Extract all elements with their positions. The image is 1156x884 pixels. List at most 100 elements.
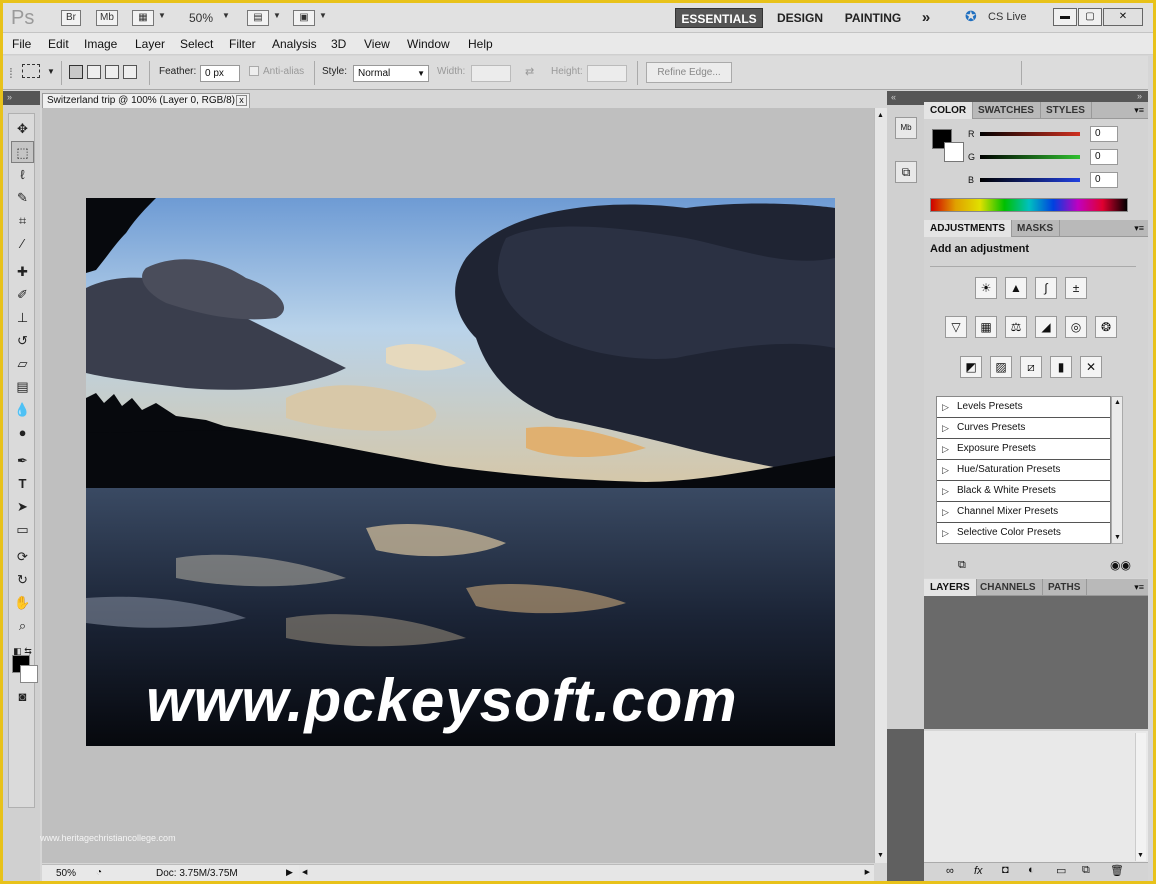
more-workspaces-button[interactable]: » [918,8,934,28]
scroll-down-icon[interactable]: ▼ [877,852,884,859]
mini-bridge-button[interactable]: Mb [96,10,118,26]
posterize-icon[interactable]: ▨ [990,356,1012,378]
workspace-essentials[interactable]: ESSENTIALS [675,8,763,28]
menu-layer[interactable]: Layer [135,37,165,51]
layers-scrollbar[interactable]: ▼ [1135,733,1146,861]
list-item[interactable]: ▷ Channel Mixer Presets [937,502,1110,523]
menu-analysis[interactable]: Analysis [272,37,317,51]
vibrance-icon[interactable]: ▽ [945,316,967,338]
close-icon[interactable]: ✕ [1103,8,1143,26]
tab-channels[interactable]: CHANNELS [974,579,1043,596]
list-item[interactable]: ▷ Hue/Saturation Presets [937,460,1110,481]
minimize-icon[interactable]: ▬ [1053,8,1077,26]
shape-tool-icon[interactable]: ▭ [11,519,34,541]
arrange-documents-icon[interactable]: ▤ [247,10,269,26]
channel-r-value[interactable]: 0 [1090,126,1118,142]
menu-help[interactable]: Help [468,37,493,51]
document-image[interactable]: www.pckeysoft.com [86,198,835,746]
add-selection-icon[interactable] [87,65,101,79]
pen-tool-icon[interactable]: ✒ [11,450,34,472]
height-input[interactable] [587,65,627,82]
cslive-menu[interactable]: CS Live [988,11,1027,23]
channel-g-value[interactable]: 0 [1090,149,1118,165]
new-layer-icon[interactable]: ⧉ [1082,864,1090,877]
eyedropper-tool-icon[interactable]: ⁄ [11,233,34,255]
quick-mask-icon[interactable]: ◙ [11,686,34,708]
layer-style-icon[interactable]: fx [974,865,983,877]
color-balance-icon[interactable]: ⚖ [1005,316,1027,338]
tab-masks[interactable]: MASKS [1011,220,1061,237]
marquee-tool-icon[interactable]: ⬚ [11,141,34,163]
3d-rotate-tool-icon[interactable]: ⟳ [11,546,34,568]
color-spectrum-bar[interactable] [930,198,1128,212]
chevron-down-icon[interactable]: ▼ [319,11,327,20]
hue-saturation-icon[interactable]: ▦ [975,316,997,338]
status-icon[interactable]: ◔ [96,867,102,878]
tab-adjustments[interactable]: ADJUSTMENTS [924,220,1013,237]
link-layers-icon[interactable]: ∞ [946,865,954,877]
scroll-down-icon[interactable]: ▼ [1137,852,1144,859]
menu-filter[interactable]: Filter [229,37,256,51]
vertical-scrollbar[interactable]: ▲ ▼ [874,108,887,863]
status-zoom[interactable]: 50% [56,868,76,879]
feather-input[interactable]: 0 px [200,65,240,82]
tab-layers[interactable]: LAYERS [924,579,977,596]
status-menu-arrow-icon[interactable]: ▶ [286,867,293,878]
document-tab[interactable]: Switzerland trip @ 100% (Layer 0, RGB/8)… [42,93,250,108]
rect-marquee-preset-icon[interactable] [22,64,40,78]
menu-edit[interactable]: Edit [48,37,69,51]
quick-select-tool-icon[interactable]: ✎ [11,187,34,209]
black-white-icon[interactable]: ◢ [1035,316,1057,338]
workspace-design[interactable]: DESIGN [773,8,827,28]
tab-styles[interactable]: STYLES [1040,102,1092,119]
eraser-tool-icon[interactable]: ▱ [11,353,34,375]
exposure-icon[interactable]: ± [1065,277,1087,299]
panel-menu-icon[interactable]: ▾≡ [1134,105,1144,116]
dodge-tool-icon[interactable]: ● [11,422,34,444]
menu-file[interactable]: File [12,37,31,51]
tab-swatches[interactable]: SWATCHES [972,102,1041,119]
panels-header-bar[interactable]: » [924,91,1148,102]
list-item[interactable]: ▷ Black & White Presets [937,481,1110,502]
background-color-swatch[interactable] [944,142,964,162]
scroll-up-icon[interactable]: ▲ [877,112,884,119]
intersect-selection-icon[interactable] [123,65,137,79]
curves-icon[interactable]: ∫ [1035,277,1057,299]
list-item[interactable]: ▷ Levels Presets [937,397,1110,418]
tab-paths[interactable]: PATHS [1042,579,1088,596]
channel-b-value[interactable]: 0 [1090,172,1118,188]
delete-layer-icon[interactable]: 🗑 [1110,864,1124,877]
list-item[interactable]: ▷ Exposure Presets [937,439,1110,460]
move-tool-icon[interactable]: ✥ [11,118,34,140]
tab-color[interactable]: COLOR [924,102,974,119]
channel-r-slider[interactable] [980,132,1080,136]
3d-orbit-tool-icon[interactable]: ↻ [11,569,34,591]
maximize-icon[interactable]: ▢ [1078,8,1102,26]
panel-menu-icon[interactable]: ▾≡ [1134,582,1144,593]
return-to-list-icon[interactable]: ⧉ [958,559,966,572]
clone-stamp-tool-icon[interactable]: ⊥ [11,307,34,329]
scroll-left-icon[interactable]: ◀ [302,868,307,876]
chevron-down-icon[interactable]: ▼ [273,11,281,20]
history-brush-tool-icon[interactable]: ↺ [11,330,34,352]
menu-view[interactable]: View [364,37,390,51]
background-color-swatch[interactable] [20,665,38,683]
view-extras-icon[interactable]: ▦ [132,10,154,26]
channel-g-slider[interactable] [980,155,1080,159]
swap-dimensions-icon[interactable]: ⇄ [525,65,534,78]
subtract-selection-icon[interactable] [105,65,119,79]
gradient-tool-icon[interactable]: ▤ [11,376,34,398]
layers-list[interactable]: ▼ [924,731,1148,865]
channel-b-slider[interactable] [980,178,1080,182]
screen-mode-icon[interactable]: ▣ [293,10,315,26]
panel-menu-icon[interactable]: ▾≡ [1134,223,1144,234]
new-selection-icon[interactable] [69,65,83,79]
list-item[interactable]: ▷ Selective Color Presets [937,523,1110,544]
channel-mixer-icon[interactable]: ❂ [1095,316,1117,338]
chevron-down-icon[interactable]: ▼ [47,67,55,76]
presets-scrollbar[interactable]: ▲ ▼ [1111,396,1123,544]
path-selection-tool-icon[interactable]: ➤ [11,496,34,518]
zoom-tool-icon[interactable]: ⌕ [11,615,34,637]
panel-collapse-bar[interactable]: » [3,91,40,105]
selective-color-icon[interactable]: ✕ [1080,356,1102,378]
